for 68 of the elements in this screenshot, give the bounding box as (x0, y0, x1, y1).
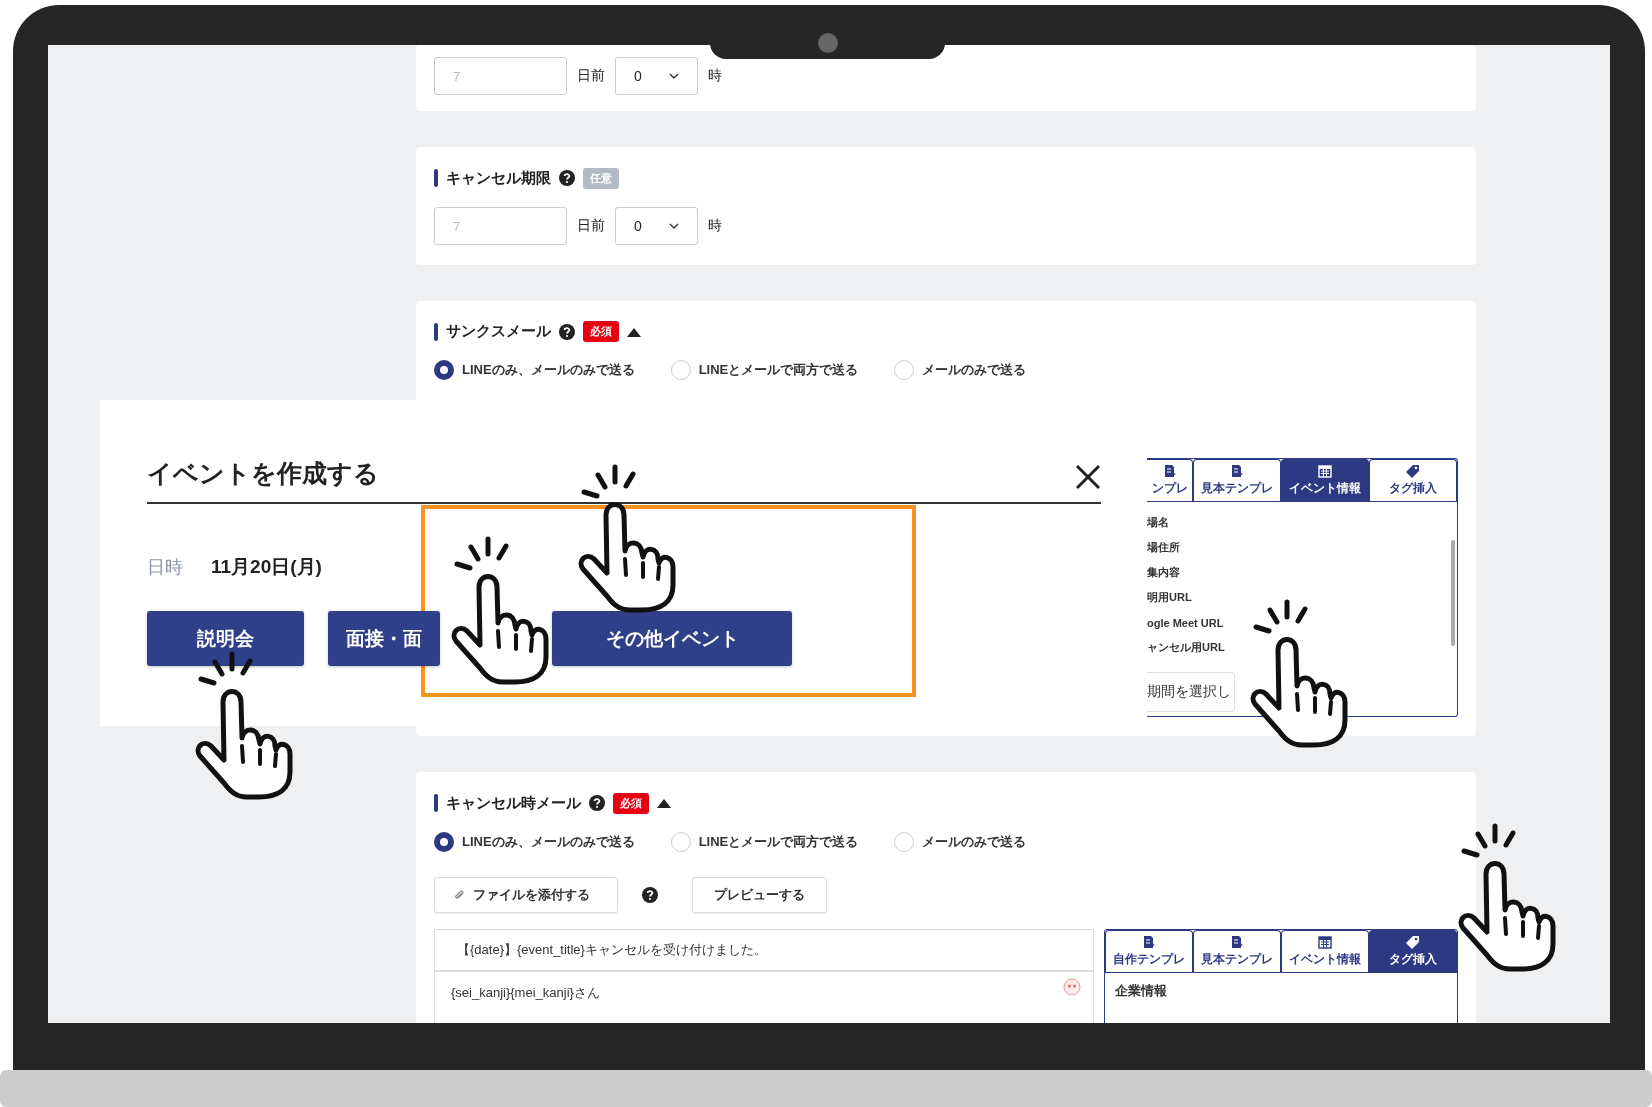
tag-list-item[interactable]: 明用URL (1147, 585, 1457, 610)
event-type-button[interactable]: 説明会 (147, 611, 304, 666)
tag-list-item[interactable]: 場名 (1147, 510, 1457, 535)
help-icon[interactable] (589, 795, 605, 811)
paperclip-icon (453, 889, 465, 901)
panel-tab[interactable]: 自作テンプレ (1105, 930, 1194, 972)
radio-button[interactable] (434, 360, 454, 380)
tag-icon (1406, 935, 1421, 949)
scrollbar[interactable] (1451, 540, 1455, 646)
chevron-down-icon (669, 73, 679, 79)
document-icon (1162, 464, 1177, 478)
panel-tab[interactable]: イベント情報 (1281, 459, 1369, 501)
section-title: キャンセル時メール (446, 793, 581, 813)
chevron-down-icon (669, 223, 679, 229)
radio-label[interactable]: LINEのみ、メールのみで送る (462, 833, 635, 851)
tag-list-item[interactable]: 場住所 (1147, 535, 1457, 560)
radio-button[interactable] (434, 832, 454, 852)
radio-label[interactable]: LINEとメールで両方で送る (698, 833, 859, 851)
document-icon (1230, 464, 1244, 478)
help-icon[interactable] (559, 323, 575, 340)
required-badge: 必須 (583, 321, 619, 342)
attach-file-button[interactable]: ファイルを添付する (434, 877, 618, 913)
radio-label[interactable]: メールのみで送る (922, 361, 1027, 379)
body-text: {sei_kanji}{mei_kanji}さん (451, 985, 600, 1000)
panel-tab[interactable]: タグ挿入 (1369, 459, 1457, 501)
mail-editor[interactable]: 【{date}】{event_title}キャンセルを受け付けました。 {sei_kanji}{mei_kanji}さん (434, 929, 1095, 1023)
section-title: サンクスメール (446, 322, 551, 341)
radio-label[interactable]: メールのみで送る (922, 833, 1027, 851)
event-type-button[interactable]: その他イベント (552, 611, 792, 666)
radio-label[interactable]: LINEのみ、メールのみで送る (462, 361, 635, 379)
hour-select[interactable]: 0 (615, 57, 698, 95)
preview-button[interactable]: プレビューする (692, 877, 827, 913)
modal-title: イベントを作成する (147, 458, 379, 489)
tag-list-item[interactable]: ャンセル用URL (1147, 635, 1457, 660)
panel-tab[interactable]: 見本テンプレ (1193, 459, 1281, 501)
section-title: キャンセル期限 (446, 168, 551, 188)
caret-up-icon[interactable] (657, 798, 671, 808)
tag-icon (1406, 464, 1420, 478)
panel-tab[interactable]: タグ挿入 (1369, 930, 1458, 972)
caret-up-icon[interactable] (627, 326, 641, 337)
optional-badge: 任意 (583, 167, 619, 189)
calendar-icon (1318, 464, 1332, 478)
document-icon (1230, 935, 1245, 949)
radio-label[interactable]: LINEとメールで両方で送る (698, 361, 859, 379)
emoji-icon[interactable] (1063, 978, 1082, 996)
calendar-icon (1318, 935, 1333, 949)
date-label: 日時 (147, 556, 183, 579)
unit-label: 時 (708, 67, 722, 85)
help-icon[interactable] (559, 170, 575, 186)
close-icon[interactable] (1075, 464, 1101, 490)
tag-list-item[interactable]: ogle Meet URL (1147, 610, 1457, 635)
panel-tab[interactable]: 見本テンプレ (1193, 930, 1282, 972)
tag-list-item[interactable]: 集内容 (1147, 560, 1457, 585)
help-icon[interactable] (642, 887, 658, 903)
days-input[interactable]: 7 (434, 207, 567, 245)
required-badge: 必須 (613, 792, 649, 814)
days-input[interactable]: 7 (434, 57, 567, 95)
panel-tab[interactable]: ンプレ (1147, 459, 1193, 501)
date-value: 11月20日(月) (211, 555, 322, 579)
tag-list-item[interactable]: 企業情報 (1105, 981, 1457, 1001)
unit-label: 時 (708, 217, 722, 235)
unit-label: 日前 (577, 217, 605, 235)
panel-tab[interactable]: イベント情報 (1281, 930, 1370, 972)
hour-select[interactable]: 0 (615, 207, 698, 245)
event-type-button[interactable]: 面接・面 (328, 611, 440, 666)
document-icon (1142, 935, 1157, 949)
unit-label: 日前 (577, 67, 605, 85)
subject-text: 【{date}】{event_title}キャンセルを受け付けました。 (435, 930, 1094, 972)
